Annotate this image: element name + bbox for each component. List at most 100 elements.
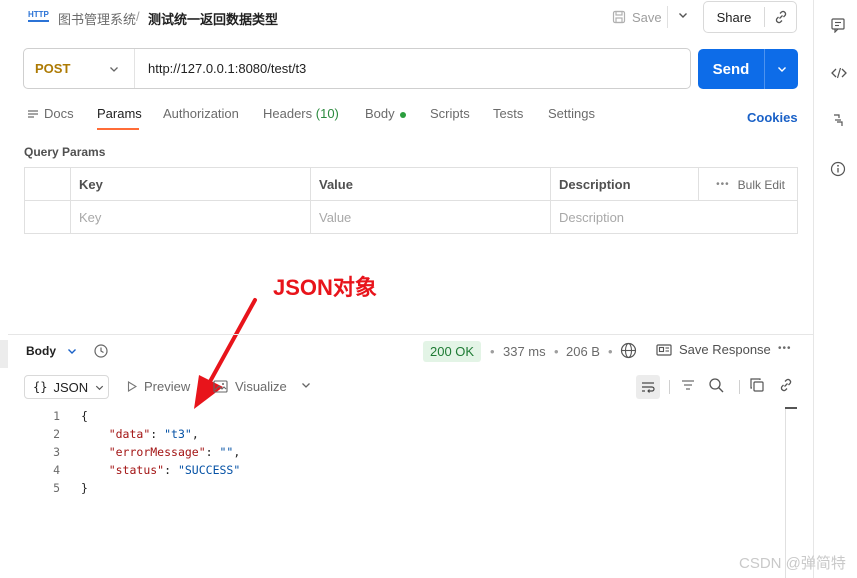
method-select[interactable]: POST [24, 49, 135, 88]
scrollbar-thumb[interactable] [785, 407, 797, 409]
tab-params[interactable]: Params [97, 106, 142, 121]
response-size[interactable]: 206 B [566, 344, 600, 359]
tab-body[interactable]: Body [365, 106, 406, 121]
json-value: "t3" [164, 427, 192, 441]
save-response-button[interactable]: Save Response [656, 342, 771, 357]
bulk-edit-button[interactable]: ••• Bulk Edit [716, 168, 785, 201]
json-braces-icon: {} [33, 380, 48, 394]
column-header-value: Value [310, 168, 550, 201]
request-url-bar: POST http://127.0.0.1:8080/test/t3 [23, 48, 691, 89]
save-response-label: Save Response [679, 342, 771, 357]
search-icon[interactable] [708, 377, 725, 394]
json-punct: , [233, 445, 241, 459]
code-icon[interactable] [830, 65, 848, 81]
response-divider[interactable] [8, 334, 813, 335]
code-text: "status": "SUCCESS" [108, 463, 241, 477]
copy-icon[interactable] [749, 377, 765, 393]
tab-authorization[interactable]: Authorization [163, 106, 239, 121]
tab-scripts[interactable]: Scripts [430, 106, 470, 121]
save-button[interactable]: Save [612, 6, 662, 28]
filter-icon[interactable] [680, 377, 696, 393]
tab-label: Docs [44, 106, 74, 121]
annotation-arrow [194, 298, 257, 409]
code-line: 4 "status": "SUCCESS" [24, 461, 240, 479]
cookies-link[interactable]: Cookies [747, 110, 798, 125]
response-time[interactable]: 337 ms [503, 344, 546, 359]
visualize-button[interactable]: Visualize [213, 379, 287, 394]
save-label: Save [632, 9, 662, 25]
value-input[interactable]: Value [310, 201, 550, 234]
chevron-down-icon[interactable] [765, 63, 798, 75]
tab-docs[interactable]: Docs [27, 106, 74, 121]
query-params-table: Key Value Description ••• Bulk Edit Key … [24, 167, 798, 234]
tab-settings[interactable]: Settings [548, 106, 595, 121]
query-params-title: Query Params [24, 145, 106, 159]
visualize-label: Visualize [235, 379, 287, 394]
wrap-lines-icon[interactable] [636, 375, 660, 399]
tab-tests[interactable]: Tests [493, 106, 523, 121]
format-select[interactable]: {} JSON [24, 375, 109, 399]
history-icon[interactable] [93, 343, 109, 359]
info-icon[interactable] [830, 161, 846, 177]
json-value: "" [219, 445, 234, 459]
headers-count: (10) [315, 106, 339, 121]
url-input[interactable]: http://127.0.0.1:8080/test/t3 [135, 61, 306, 76]
chevron-down-icon [94, 382, 105, 393]
related-requests-icon[interactable] [830, 112, 846, 128]
send-button[interactable]: Send [698, 61, 764, 78]
tab-headers[interactable]: Headers (10) [263, 106, 339, 121]
column-header-key: Key [70, 168, 310, 201]
more-options-icon[interactable]: ••• [778, 343, 792, 354]
send-button-group: Send [698, 49, 798, 89]
checkbox-column [25, 168, 70, 201]
divider [667, 6, 668, 28]
save-response-icon [656, 343, 672, 357]
json-value: "SUCCESS" [177, 463, 241, 477]
code-text: { [81, 409, 88, 423]
line-number: 5 [53, 481, 60, 495]
column-header-description: Description [550, 168, 698, 201]
json-key: "status" [108, 463, 165, 477]
share-button[interactable]: Share [704, 10, 764, 25]
line-number: 4 [53, 463, 60, 477]
annotation-label: JSON对象 [273, 275, 377, 300]
right-sidebar [813, 0, 857, 578]
method-label: POST [35, 61, 71, 76]
status-badge[interactable]: 200 OK [423, 341, 482, 362]
key-input[interactable]: Key [70, 201, 310, 234]
code-line: 2 "data": "t3", [24, 425, 199, 443]
chevron-down-icon[interactable] [676, 8, 690, 22]
format-label: JSON [53, 379, 89, 395]
share-group: Share [703, 1, 797, 33]
chevron-down-icon [66, 345, 78, 357]
divider [739, 380, 740, 394]
response-body-select[interactable]: Body [26, 344, 78, 358]
link-icon[interactable] [765, 9, 796, 25]
separator-dot: • [554, 344, 559, 359]
breadcrumb-request-name[interactable]: 测试统一返回数据类型 [148, 9, 278, 28]
tab-label: Body [365, 106, 395, 121]
globe-icon[interactable] [620, 342, 637, 359]
code-text: } [81, 481, 88, 495]
preview-button[interactable]: Preview [127, 379, 190, 394]
tab-label: Headers [263, 106, 313, 121]
separator-dot: • [608, 344, 613, 359]
docs-icon [27, 108, 39, 120]
play-icon [127, 381, 137, 392]
breadcrumb-separator: / [136, 9, 140, 24]
link-icon[interactable] [778, 377, 794, 393]
watermark: CSDN @弹简特 [739, 555, 846, 572]
http-request-icon: HTTP [28, 10, 49, 22]
json-key: "errorMessage" [108, 445, 206, 459]
line-number: 2 [53, 427, 60, 441]
image-icon [213, 380, 228, 393]
chevron-down-icon [108, 63, 120, 75]
description-input[interactable]: Description [550, 201, 797, 234]
code-text: "data": "t3", [108, 427, 199, 441]
response-body-label: Body [26, 344, 56, 358]
chevron-down-icon[interactable] [300, 379, 312, 391]
preview-label: Preview [144, 379, 191, 394]
panel-edge [0, 340, 8, 368]
comment-icon[interactable] [830, 17, 846, 33]
breadcrumb-collection[interactable]: 图书管理系统 [58, 9, 136, 28]
